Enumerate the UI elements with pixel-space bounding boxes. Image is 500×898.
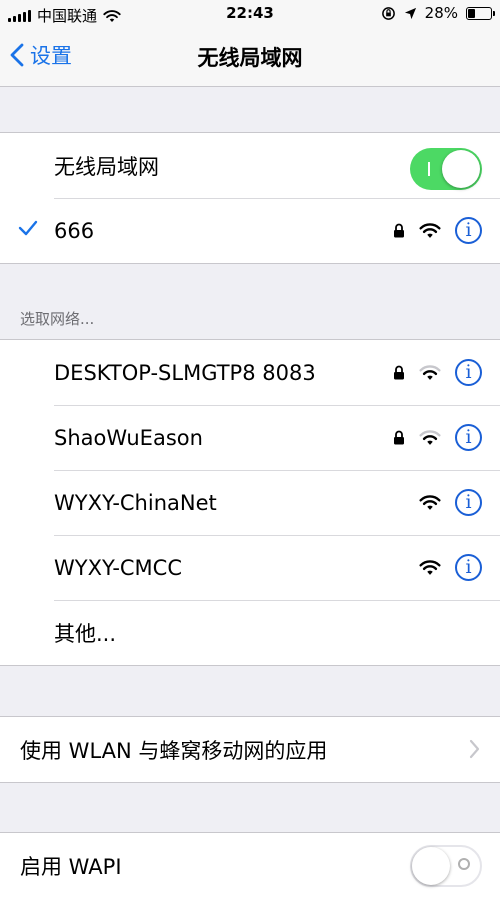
info-icon[interactable]: i xyxy=(455,217,482,244)
network-name: WYXY-ChinaNet xyxy=(54,490,217,515)
apps-group: 使用 WLAN 与蜂窝移动网的应用 xyxy=(0,716,500,783)
apps-wlan-cellular-label: 使用 WLAN 与蜂窝移动网的应用 xyxy=(20,738,328,763)
lock-icon xyxy=(394,365,404,380)
info-icon[interactable]: i xyxy=(455,359,482,386)
wapi-label: 启用 WAPI xyxy=(20,854,122,879)
lock-icon xyxy=(394,430,404,445)
page-title: 无线局域网 xyxy=(197,46,303,70)
section-header-choose-network: 选取网络... xyxy=(20,310,95,328)
status-bar: 中国联通 22:43 28% xyxy=(0,0,500,28)
wifi-signal-icon xyxy=(419,430,441,445)
network-list: DESKTOP-SLMGTP8 8083 i ShaoWuEason i WYX… xyxy=(0,339,500,666)
wifi-signal-icon xyxy=(419,495,441,510)
wifi-signal-icon xyxy=(419,365,441,380)
network-row[interactable]: WYXY-CMCC i xyxy=(0,535,500,600)
other-network-row[interactable]: 其他... xyxy=(0,600,500,665)
apps-wlan-cellular-row[interactable]: 使用 WLAN 与蜂窝移动网的应用 xyxy=(0,717,500,782)
network-name: WYXY-CMCC xyxy=(54,555,182,580)
location-arrow-icon xyxy=(404,7,416,19)
other-network-label: 其他... xyxy=(54,621,117,646)
wifi-signal-icon xyxy=(419,560,441,575)
lock-icon xyxy=(394,223,404,238)
navigation-bar: 设置 无线局域网 xyxy=(0,28,500,87)
wifi-toggle-row: 无线局域网 xyxy=(0,133,500,198)
wifi-toggle-switch[interactable] xyxy=(410,148,482,190)
battery-icon xyxy=(466,6,495,20)
network-name: DESKTOP-SLMGTP8 8083 xyxy=(54,360,316,385)
info-icon[interactable]: i xyxy=(455,424,482,451)
network-row[interactable]: ShaoWuEason i xyxy=(0,405,500,470)
wapi-row: 启用 WAPI xyxy=(0,833,500,898)
network-name: ShaoWuEason xyxy=(54,425,203,450)
info-icon[interactable]: i xyxy=(455,489,482,516)
connected-network-name: 666 xyxy=(54,218,95,243)
wapi-toggle-switch[interactable] xyxy=(410,845,482,887)
wifi-main-group: 无线局域网 666 i xyxy=(0,132,500,264)
checkmark-icon xyxy=(18,220,38,236)
connected-network-row[interactable]: 666 i xyxy=(0,198,500,263)
battery-percent: 28% xyxy=(424,4,458,22)
chevron-right-icon xyxy=(469,739,480,759)
wifi-toggle-label: 无线局域网 xyxy=(54,154,159,179)
wapi-group: 启用 WAPI xyxy=(0,832,500,898)
network-row[interactable]: WYXY-ChinaNet i xyxy=(0,470,500,535)
network-row[interactable]: DESKTOP-SLMGTP8 8083 i xyxy=(0,340,500,405)
orientation-lock-icon xyxy=(381,6,395,20)
info-icon[interactable]: i xyxy=(455,554,482,581)
wifi-signal-icon xyxy=(419,223,441,238)
